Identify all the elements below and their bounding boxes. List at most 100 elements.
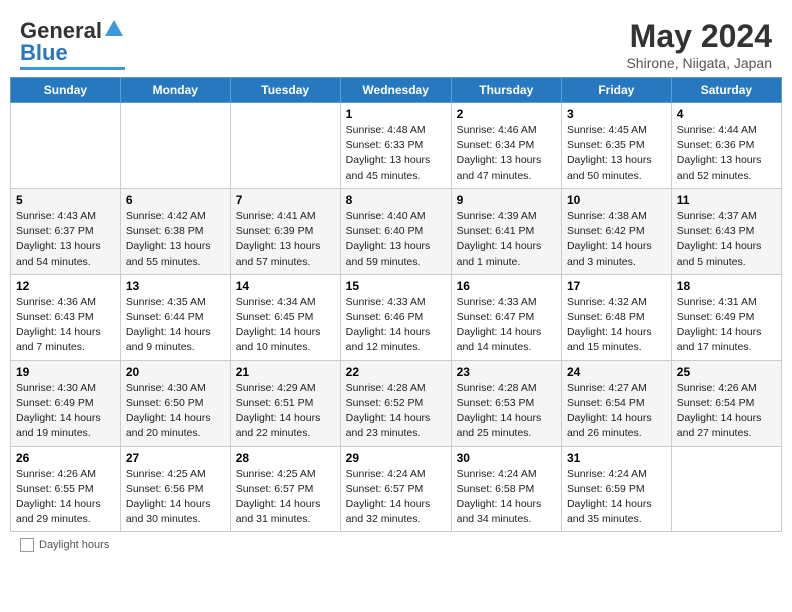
calendar-cell: 11 Sunrise: 4:37 AM Sunset: 6:43 PM Dayli… — [671, 188, 781, 274]
day-info: Sunrise: 4:37 AM Sunset: 6:43 PM Dayligh… — [677, 209, 776, 270]
calendar-cell: 18Sunrise: 4:31 AM Sunset: 6:49 PM Dayli… — [671, 274, 781, 360]
day-number: 9 — [457, 193, 556, 207]
day-number: 26 — [16, 451, 115, 465]
calendar-cell: 7 Sunrise: 4:41 AM Sunset: 6:39 PM Daylig… — [230, 188, 340, 274]
calendar-cell: 6 Sunrise: 4:42 AM Sunset: 6:38 PM Daylig… — [120, 188, 230, 274]
day-info: Sunrise: 4:36 AM Sunset: 6:43 PM Dayligh… — [16, 295, 115, 356]
day-number: 15 — [346, 279, 446, 293]
day-info: Sunrise: 4:39 AM Sunset: 6:41 PM Dayligh… — [457, 209, 556, 270]
calendar-cell: 24 Sunrise: 4:27 AM Sunset: 6:54 PM Dayli… — [561, 360, 671, 446]
day-number: 13 — [126, 279, 225, 293]
day-info: Sunrise: 4:30 AM Sunset: 6:50 PM Dayligh… — [126, 381, 225, 442]
calendar-cell: 8Sunrise: 4:40 AM Sunset: 6:40 PM Daylig… — [340, 188, 451, 274]
calendar-week-2: 5 Sunrise: 4:43 AM Sunset: 6:37 PM Daylig… — [11, 188, 782, 274]
day-info: Sunrise: 4:33 AM Sunset: 6:47 PM Dayligh… — [457, 295, 556, 356]
calendar-cell: 28Sunrise: 4:25 AM Sunset: 6:57 PM Dayli… — [230, 446, 340, 532]
day-info: Sunrise: 4:42 AM Sunset: 6:38 PM Dayligh… — [126, 209, 225, 270]
month-title: May 2024 — [626, 18, 772, 55]
day-info: Sunrise: 4:27 AM Sunset: 6:54 PM Dayligh… — [567, 381, 666, 442]
calendar-cell: 14 Sunrise: 4:34 AM Sunset: 6:45 PM Dayli… — [230, 274, 340, 360]
day-info: Sunrise: 4:33 AM Sunset: 6:46 PM Dayligh… — [346, 295, 446, 356]
day-number: 30 — [457, 451, 556, 465]
day-number: 16 — [457, 279, 556, 293]
day-info: Sunrise: 4:25 AM Sunset: 6:57 PM Dayligh… — [236, 467, 335, 528]
calendar-cell: 2Sunrise: 4:46 AM Sunset: 6:34 PM Daylig… — [451, 103, 561, 189]
daylight-box — [20, 538, 34, 552]
calendar-cell — [671, 446, 781, 532]
logo-icon — [103, 18, 125, 40]
day-number: 25 — [677, 365, 776, 379]
calendar-cell — [120, 103, 230, 189]
day-number: 4 — [677, 107, 776, 121]
daylight-label: Daylight hours — [39, 539, 109, 551]
calendar-cell: 16 Sunrise: 4:33 AM Sunset: 6:47 PM Dayli… — [451, 274, 561, 360]
day-number: 5 — [16, 193, 115, 207]
day-info: Sunrise: 4:26 AM Sunset: 6:54 PM Dayligh… — [677, 381, 776, 442]
day-number: 23 — [457, 365, 556, 379]
calendar-cell: 25 Sunrise: 4:26 AM Sunset: 6:54 PM Dayli… — [671, 360, 781, 446]
calendar-cell — [230, 103, 340, 189]
title-section: May 2024 Shirone, Niigata, Japan — [626, 18, 772, 71]
day-info: Sunrise: 4:24 AM Sunset: 6:58 PM Dayligh… — [457, 467, 556, 528]
day-info: Sunrise: 4:24 AM Sunset: 6:57 PM Dayligh… — [346, 467, 446, 528]
day-number: 31 — [567, 451, 666, 465]
day-number: 12 — [16, 279, 115, 293]
day-info: Sunrise: 4:29 AM Sunset: 6:51 PM Dayligh… — [236, 381, 335, 442]
day-number: 7 — [236, 193, 335, 207]
day-info: Sunrise: 4:32 AM Sunset: 6:48 PM Dayligh… — [567, 295, 666, 356]
calendar-week-5: 26 Sunrise: 4:26 AM Sunset: 6:55 PM Dayli… — [11, 446, 782, 532]
day-info: Sunrise: 4:41 AM Sunset: 6:39 PM Dayligh… — [236, 209, 335, 270]
day-info: Sunrise: 4:45 AM Sunset: 6:35 PM Dayligh… — [567, 123, 666, 184]
day-number: 3 — [567, 107, 666, 121]
calendar-cell: 10Sunrise: 4:38 AM Sunset: 6:42 PM Dayli… — [561, 188, 671, 274]
day-number: 14 — [236, 279, 335, 293]
calendar-cell: 3 Sunrise: 4:45 AM Sunset: 6:35 PM Daylig… — [561, 103, 671, 189]
calendar-cell — [11, 103, 121, 189]
day-info: Sunrise: 4:34 AM Sunset: 6:45 PM Dayligh… — [236, 295, 335, 356]
calendar-table: SundayMondayTuesdayWednesdayThursdayFrid… — [10, 77, 782, 532]
calendar-footer: Daylight hours — [10, 532, 782, 558]
calendar-cell: 9 Sunrise: 4:39 AM Sunset: 6:41 PM Daylig… — [451, 188, 561, 274]
calendar-cell: 22Sunrise: 4:28 AM Sunset: 6:52 PM Dayli… — [340, 360, 451, 446]
calendar-header-sunday: Sunday — [11, 78, 121, 103]
calendar-cell: 17 Sunrise: 4:32 AM Sunset: 6:48 PM Dayli… — [561, 274, 671, 360]
calendar-week-3: 12 Sunrise: 4:36 AM Sunset: 6:43 PM Dayli… — [11, 274, 782, 360]
day-number: 29 — [346, 451, 446, 465]
calendar-header-friday: Friday — [561, 78, 671, 103]
calendar-header-thursday: Thursday — [451, 78, 561, 103]
day-info: Sunrise: 4:43 AM Sunset: 6:37 PM Dayligh… — [16, 209, 115, 270]
calendar-week-1: 1Sunrise: 4:48 AM Sunset: 6:33 PM Daylig… — [11, 103, 782, 189]
calendar-cell: 21Sunrise: 4:29 AM Sunset: 6:51 PM Dayli… — [230, 360, 340, 446]
day-info: Sunrise: 4:30 AM Sunset: 6:49 PM Dayligh… — [16, 381, 115, 442]
page-header: General Blue May 2024 Shirone, Niigata, … — [10, 10, 782, 77]
calendar-cell: 5 Sunrise: 4:43 AM Sunset: 6:37 PM Daylig… — [11, 188, 121, 274]
day-info: Sunrise: 4:48 AM Sunset: 6:33 PM Dayligh… — [346, 123, 446, 184]
day-info: Sunrise: 4:35 AM Sunset: 6:44 PM Dayligh… — [126, 295, 225, 356]
logo-blue: Blue — [20, 40, 68, 66]
logo-underline — [20, 67, 125, 70]
calendar-cell: 4Sunrise: 4:44 AM Sunset: 6:36 PM Daylig… — [671, 103, 781, 189]
calendar-cell: 13 Sunrise: 4:35 AM Sunset: 6:44 PM Dayli… — [120, 274, 230, 360]
day-info: Sunrise: 4:26 AM Sunset: 6:55 PM Dayligh… — [16, 467, 115, 528]
calendar-header-wednesday: Wednesday — [340, 78, 451, 103]
calendar-cell: 30 Sunrise: 4:24 AM Sunset: 6:58 PM Dayli… — [451, 446, 561, 532]
day-number: 24 — [567, 365, 666, 379]
calendar-week-4: 19Sunrise: 4:30 AM Sunset: 6:49 PM Dayli… — [11, 360, 782, 446]
calendar-cell: 23Sunrise: 4:28 AM Sunset: 6:53 PM Dayli… — [451, 360, 561, 446]
day-info: Sunrise: 4:31 AM Sunset: 6:49 PM Dayligh… — [677, 295, 776, 356]
day-number: 11 — [677, 193, 776, 207]
calendar-cell: 1Sunrise: 4:48 AM Sunset: 6:33 PM Daylig… — [340, 103, 451, 189]
day-number: 17 — [567, 279, 666, 293]
calendar-header-tuesday: Tuesday — [230, 78, 340, 103]
calendar-cell: 29 Sunrise: 4:24 AM Sunset: 6:57 PM Dayli… — [340, 446, 451, 532]
day-info: Sunrise: 4:38 AM Sunset: 6:42 PM Dayligh… — [567, 209, 666, 270]
day-number: 6 — [126, 193, 225, 207]
calendar-header-row: SundayMondayTuesdayWednesdayThursdayFrid… — [11, 78, 782, 103]
day-info: Sunrise: 4:46 AM Sunset: 6:34 PM Dayligh… — [457, 123, 556, 184]
day-number: 8 — [346, 193, 446, 207]
calendar-header-saturday: Saturday — [671, 78, 781, 103]
calendar-cell: 19Sunrise: 4:30 AM Sunset: 6:49 PM Dayli… — [11, 360, 121, 446]
calendar-header-monday: Monday — [120, 78, 230, 103]
day-number: 20 — [126, 365, 225, 379]
day-info: Sunrise: 4:28 AM Sunset: 6:52 PM Dayligh… — [346, 381, 446, 442]
